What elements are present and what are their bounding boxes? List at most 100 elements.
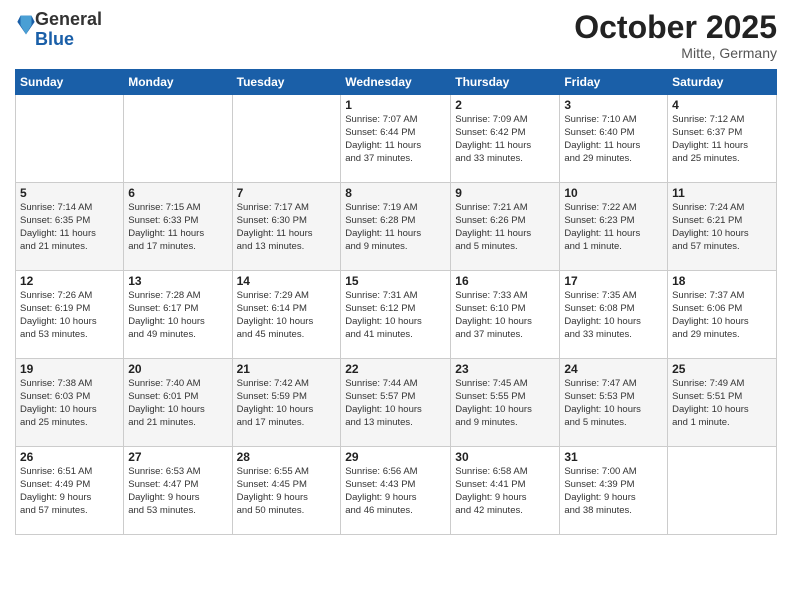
table-row (668, 447, 777, 535)
day-number: 3 (564, 98, 663, 112)
day-number: 10 (564, 186, 663, 200)
day-info: Sunrise: 7:09 AMSunset: 6:42 PMDaylight:… (455, 114, 555, 165)
table-row: 11Sunrise: 7:24 AMSunset: 6:21 PMDayligh… (668, 183, 777, 271)
day-info: Sunrise: 6:55 AMSunset: 4:45 PMDaylight:… (237, 466, 337, 517)
day-info: Sunrise: 7:00 AMSunset: 4:39 PMDaylight:… (564, 466, 663, 517)
table-row: 1Sunrise: 7:07 AMSunset: 6:44 PMDaylight… (341, 95, 451, 183)
calendar-week-row: 12 Sunrise: 7:26 AMSunset: 6:19 PMDayligh… (16, 271, 777, 359)
day-number: 4 (672, 98, 772, 112)
col-saturday: Saturday (668, 70, 777, 95)
day-number: 17 (564, 274, 663, 288)
day-number: 27 (128, 450, 227, 464)
day-number: 28 (237, 450, 337, 464)
logo: General Blue (15, 10, 102, 50)
col-monday: Monday (124, 70, 232, 95)
page: General Blue October 2025 Mitte, Germany… (0, 0, 792, 612)
table-row: 5 Sunrise: 7:14 AMSunset: 6:35 PMDaylight… (16, 183, 124, 271)
header: General Blue October 2025 Mitte, Germany (15, 10, 777, 61)
day-info: Sunrise: 7:14 AMSunset: 6:35 PMDaylight:… (20, 202, 119, 253)
table-row: 25 Sunrise: 7:49 AMSunset: 5:51 PMDayligh… (668, 359, 777, 447)
day-info: Sunrise: 7:31 AMSunset: 6:12 PMDaylight:… (345, 290, 446, 341)
calendar-week-row: 19Sunrise: 7:38 AMSunset: 6:03 PMDayligh… (16, 359, 777, 447)
col-wednesday: Wednesday (341, 70, 451, 95)
table-row: 28 Sunrise: 6:55 AMSunset: 4:45 PMDayligh… (232, 447, 341, 535)
day-number: 5 (20, 186, 119, 200)
day-number: 9 (455, 186, 555, 200)
day-number: 12 (20, 274, 119, 288)
col-sunday: Sunday (16, 70, 124, 95)
table-row: 23Sunrise: 7:45 AMSunset: 5:55 PMDayligh… (451, 359, 560, 447)
day-info: Sunrise: 6:53 AMSunset: 4:47 PMDaylight:… (128, 466, 227, 517)
day-info: Sunrise: 7:35 AMSunset: 6:08 PMDaylight:… (564, 290, 663, 341)
table-row: 16 Sunrise: 7:33 AMSunset: 6:10 PMDayligh… (451, 271, 560, 359)
table-row: 3 Sunrise: 7:10 AMSunset: 6:40 PMDaylight… (560, 95, 668, 183)
day-number: 8 (345, 186, 446, 200)
table-row: 29Sunrise: 6:56 AMSunset: 4:43 PMDayligh… (341, 447, 451, 535)
calendar-week-row: 1Sunrise: 7:07 AMSunset: 6:44 PMDaylight… (16, 95, 777, 183)
table-row: 18Sunrise: 7:37 AMSunset: 6:06 PMDayligh… (668, 271, 777, 359)
day-number: 21 (237, 362, 337, 376)
day-number: 23 (455, 362, 555, 376)
day-number: 20 (128, 362, 227, 376)
logo-blue-text: Blue (35, 29, 74, 49)
table-row: 27 Sunrise: 6:53 AMSunset: 4:47 PMDayligh… (124, 447, 232, 535)
day-info: Sunrise: 6:58 AMSunset: 4:41 PMDaylight:… (455, 466, 555, 517)
day-info: Sunrise: 7:12 AMSunset: 6:37 PMDaylight:… (672, 114, 772, 165)
day-info: Sunrise: 7:17 AMSunset: 6:30 PMDaylight:… (237, 202, 337, 253)
table-row: 2 Sunrise: 7:09 AMSunset: 6:42 PMDaylight… (451, 95, 560, 183)
table-row: 15 Sunrise: 7:31 AMSunset: 6:12 PMDayligh… (341, 271, 451, 359)
table-row (124, 95, 232, 183)
day-info: Sunrise: 7:44 AMSunset: 5:57 PMDaylight:… (345, 378, 446, 429)
day-number: 25 (672, 362, 772, 376)
day-info: Sunrise: 7:42 AMSunset: 5:59 PMDaylight:… (237, 378, 337, 429)
day-number: 31 (564, 450, 663, 464)
calendar-table: Sunday Monday Tuesday Wednesday Thursday… (15, 69, 777, 535)
title-block: October 2025 Mitte, Germany (574, 10, 777, 61)
day-info: Sunrise: 6:51 AMSunset: 4:49 PMDaylight:… (20, 466, 119, 517)
day-number: 13 (128, 274, 227, 288)
table-row: 14 Sunrise: 7:29 AMSunset: 6:14 PMDayligh… (232, 271, 341, 359)
day-number: 6 (128, 186, 227, 200)
day-number: 24 (564, 362, 663, 376)
table-row: 20 Sunrise: 7:40 AMSunset: 6:01 PMDayligh… (124, 359, 232, 447)
day-info: Sunrise: 7:22 AMSunset: 6:23 PMDaylight:… (564, 202, 663, 253)
table-row: 7Sunrise: 7:17 AMSunset: 6:30 PMDaylight… (232, 183, 341, 271)
day-number: 2 (455, 98, 555, 112)
table-row: 31 Sunrise: 7:00 AMSunset: 4:39 PMDayligh… (560, 447, 668, 535)
day-number: 11 (672, 186, 772, 200)
day-number: 1 (345, 98, 446, 112)
day-info: Sunrise: 7:49 AMSunset: 5:51 PMDaylight:… (672, 378, 772, 429)
day-info: Sunrise: 7:40 AMSunset: 6:01 PMDaylight:… (128, 378, 227, 429)
calendar-week-row: 5 Sunrise: 7:14 AMSunset: 6:35 PMDaylight… (16, 183, 777, 271)
logo-icon (17, 14, 35, 36)
day-info: Sunrise: 7:26 AMSunset: 6:19 PMDaylight:… (20, 290, 119, 341)
day-number: 30 (455, 450, 555, 464)
day-number: 14 (237, 274, 337, 288)
day-info: Sunrise: 7:38 AMSunset: 6:03 PMDaylight:… (20, 378, 119, 429)
col-friday: Friday (560, 70, 668, 95)
location: Mitte, Germany (574, 45, 777, 61)
month-title: October 2025 (574, 10, 777, 45)
table-row: 4 Sunrise: 7:12 AMSunset: 6:37 PMDaylight… (668, 95, 777, 183)
table-row (232, 95, 341, 183)
day-number: 18 (672, 274, 772, 288)
logo-general-text: General (35, 9, 102, 29)
col-thursday: Thursday (451, 70, 560, 95)
day-info: Sunrise: 7:29 AMSunset: 6:14 PMDaylight:… (237, 290, 337, 341)
day-info: Sunrise: 6:56 AMSunset: 4:43 PMDaylight:… (345, 466, 446, 517)
table-row: 12 Sunrise: 7:26 AMSunset: 6:19 PMDayligh… (16, 271, 124, 359)
day-info: Sunrise: 7:15 AMSunset: 6:33 PMDaylight:… (128, 202, 227, 253)
day-info: Sunrise: 7:28 AMSunset: 6:17 PMDaylight:… (128, 290, 227, 341)
day-number: 15 (345, 274, 446, 288)
day-info: Sunrise: 7:10 AMSunset: 6:40 PMDaylight:… (564, 114, 663, 165)
day-info: Sunrise: 7:21 AMSunset: 6:26 PMDaylight:… (455, 202, 555, 253)
day-number: 16 (455, 274, 555, 288)
day-info: Sunrise: 7:33 AMSunset: 6:10 PMDaylight:… (455, 290, 555, 341)
table-row: 17 Sunrise: 7:35 AMSunset: 6:08 PMDayligh… (560, 271, 668, 359)
table-row: 13 Sunrise: 7:28 AMSunset: 6:17 PMDayligh… (124, 271, 232, 359)
table-row: 26Sunrise: 6:51 AMSunset: 4:49 PMDayligh… (16, 447, 124, 535)
day-number: 22 (345, 362, 446, 376)
table-row: 8 Sunrise: 7:19 AMSunset: 6:28 PMDaylight… (341, 183, 451, 271)
day-info: Sunrise: 7:19 AMSunset: 6:28 PMDaylight:… (345, 202, 446, 253)
day-info: Sunrise: 7:47 AMSunset: 5:53 PMDaylight:… (564, 378, 663, 429)
